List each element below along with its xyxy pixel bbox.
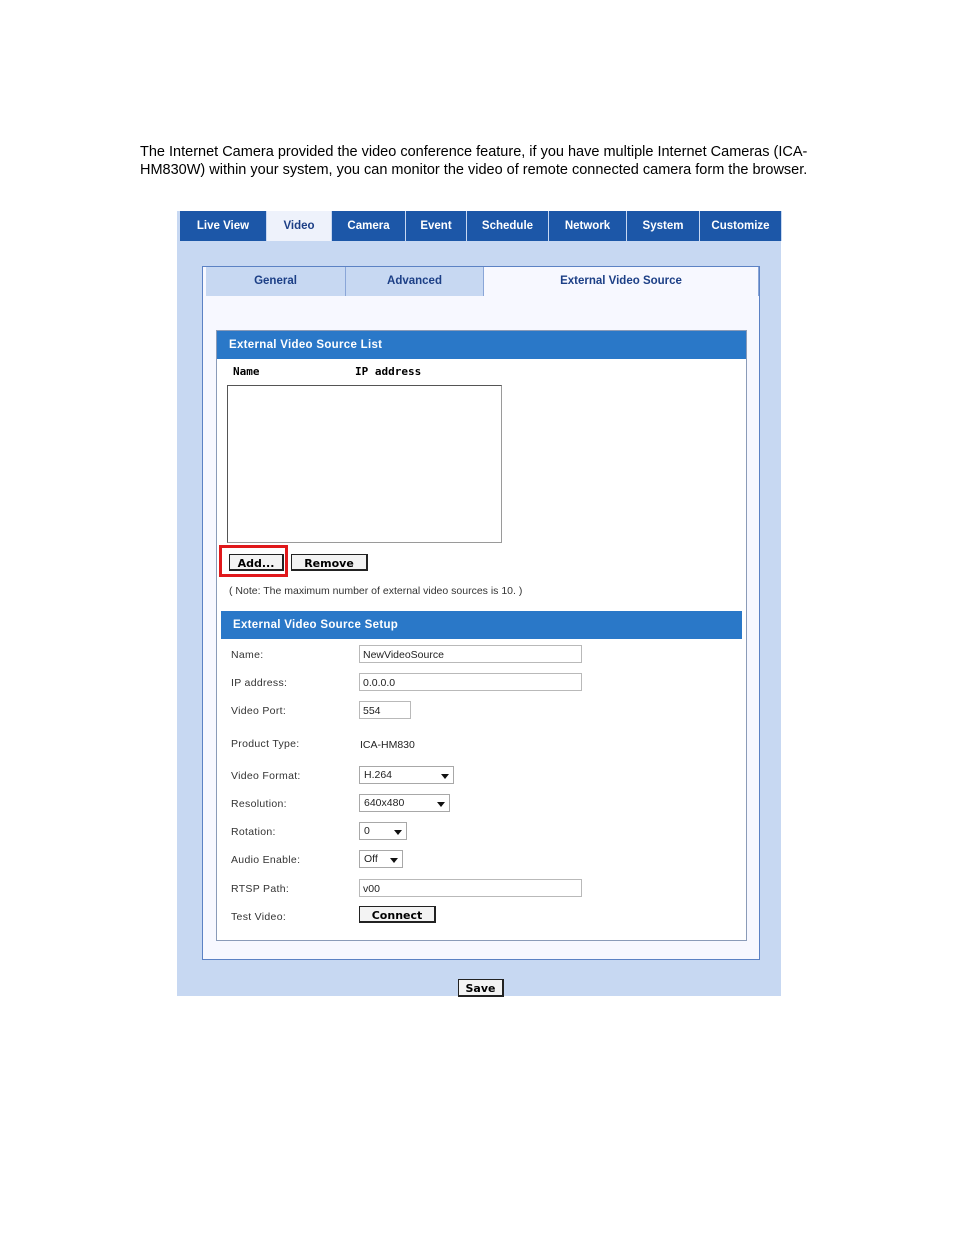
video-source-listbox[interactable]	[227, 385, 502, 543]
rtsp-path-field[interactable]: v00	[359, 879, 582, 897]
tab-general[interactable]: General	[206, 267, 346, 296]
add-button[interactable]: Add...	[229, 554, 284, 571]
audio-enable-value: Off	[364, 853, 378, 865]
resolution-label: Resolution:	[231, 798, 287, 810]
list-section-header: External Video Source List	[217, 331, 746, 359]
remove-button[interactable]: Remove	[291, 554, 368, 571]
tab-customize[interactable]: Customize	[700, 211, 782, 241]
rotation-value: 0	[364, 825, 370, 837]
tab-live-view[interactable]: Live View	[180, 211, 267, 241]
save-button[interactable]: Save	[458, 979, 504, 997]
column-header-ip: IP address	[355, 365, 422, 378]
rotation-label: Rotation:	[231, 826, 276, 838]
column-header-name: Name	[233, 365, 260, 378]
audio-enable-select[interactable]: Off	[359, 850, 403, 868]
connect-button[interactable]: Connect	[359, 906, 436, 923]
audio-enable-label: Audio Enable:	[231, 854, 301, 866]
max-sources-note: ( Note: The maximum number of external v…	[229, 585, 523, 597]
video-port-field[interactable]: 554	[359, 701, 411, 719]
intro-paragraph: The Internet Camera provided the video c…	[140, 144, 808, 178]
tab-video[interactable]: Video	[267, 211, 332, 241]
ip-address-field[interactable]: 0.0.0.0	[359, 673, 582, 691]
tab-advanced[interactable]: Advanced	[346, 267, 484, 296]
video-format-select[interactable]: H.264	[359, 766, 454, 784]
tab-schedule[interactable]: Schedule	[467, 211, 549, 241]
test-video-label: Test Video:	[231, 911, 287, 923]
product-type-value: ICA-HM830	[360, 739, 415, 751]
settings-panel: General Advanced External Video Source E…	[202, 266, 760, 960]
resolution-value: 640x480	[364, 797, 405, 809]
tab-camera[interactable]: Camera	[332, 211, 406, 241]
tab-event[interactable]: Event	[406, 211, 467, 241]
ip-address-label: IP address:	[231, 677, 288, 689]
video-format-label: Video Format:	[231, 770, 301, 782]
video-port-label: Video Port:	[231, 705, 287, 717]
external-video-source-content: External Video Source List Name IP addre…	[216, 330, 747, 941]
setup-section-header: External Video Source Setup	[221, 611, 742, 639]
product-type-label: Product Type:	[231, 738, 300, 750]
rotation-select[interactable]: 0	[359, 822, 407, 840]
camera-web-ui: Live View Video Camera Event Schedule Ne…	[177, 211, 782, 997]
tab-system[interactable]: System	[627, 211, 700, 241]
sub-tab-bar: General Advanced External Video Source	[203, 267, 759, 297]
main-tab-bar: Live View Video Camera Event Schedule Ne…	[177, 211, 782, 241]
name-label: Name:	[231, 649, 264, 661]
resolution-select[interactable]: 640x480	[359, 794, 450, 812]
rtsp-path-label: RTSP Path:	[231, 883, 290, 895]
chevron-down-icon	[437, 802, 445, 807]
video-format-value: H.264	[364, 769, 393, 781]
tab-network[interactable]: Network	[549, 211, 627, 241]
tab-external-video-source[interactable]: External Video Source	[484, 267, 759, 296]
chevron-down-icon	[390, 858, 398, 863]
chevron-down-icon	[441, 774, 449, 779]
name-field[interactable]: NewVideoSource	[359, 645, 582, 663]
chevron-down-icon	[394, 830, 402, 835]
